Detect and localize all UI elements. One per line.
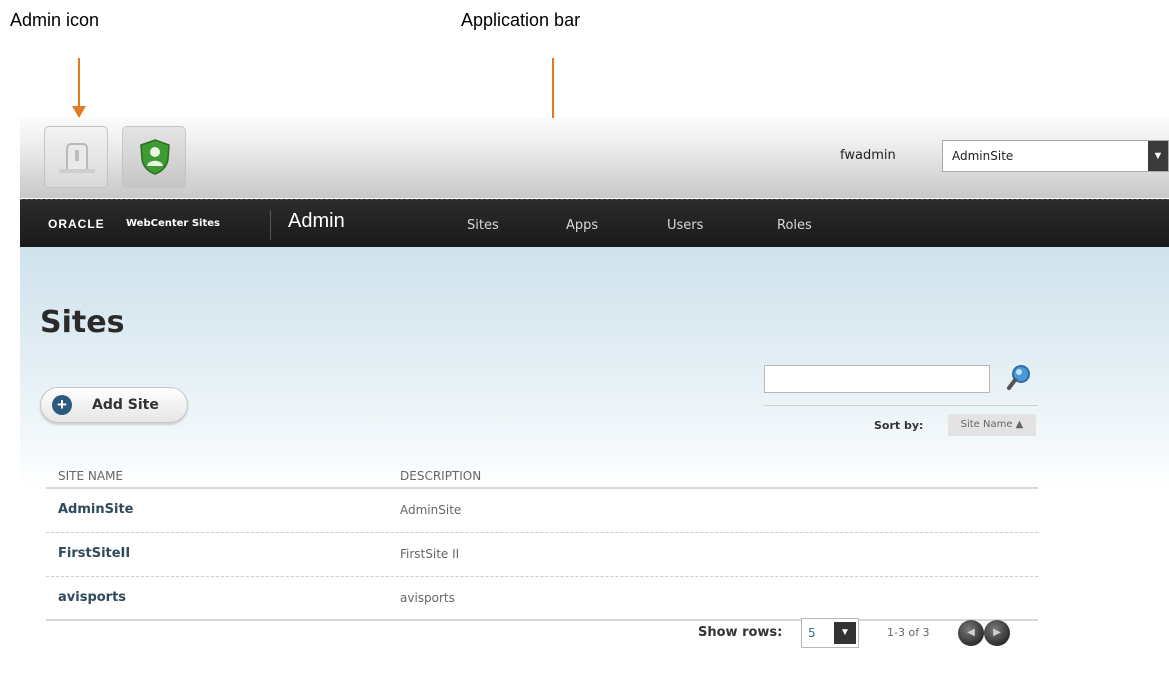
- show-rows-select[interactable]: 5 ▼: [801, 618, 859, 648]
- add-site-label: Add Site: [92, 397, 159, 413]
- show-rows-value: 5: [808, 626, 816, 640]
- search-divider: [764, 405, 1038, 406]
- table-row: AdminSite AdminSite: [46, 489, 1038, 533]
- site-selector-value: AdminSite: [952, 149, 1014, 163]
- column-header-site-name[interactable]: SITE NAME: [58, 469, 123, 483]
- table-row: FirstSiteII FirstSite II: [46, 533, 1038, 577]
- site-description: avisports: [400, 591, 455, 605]
- shield-user-icon: [140, 139, 170, 175]
- sort-label: Sort by:: [874, 419, 924, 432]
- next-page-button[interactable]: ▶: [984, 620, 1010, 646]
- plus-icon: +: [52, 395, 72, 415]
- site-name-link[interactable]: FirstSiteII: [58, 546, 130, 561]
- contributor-app-icon[interactable]: [122, 126, 186, 188]
- oracle-logo: ORACLE: [48, 217, 105, 231]
- admin-icon-arrow: [72, 58, 86, 118]
- nav-item-roles[interactable]: Roles: [777, 218, 812, 233]
- sort-by-site-name-button[interactable]: Site Name ▲: [948, 414, 1036, 436]
- nav-divider: [270, 210, 271, 240]
- nav-item-users[interactable]: Users: [667, 218, 703, 233]
- page-title: Sites: [40, 305, 125, 340]
- site-name-link[interactable]: AdminSite: [58, 502, 133, 517]
- chevron-down-icon[interactable]: ▼: [834, 622, 856, 644]
- admin-icon-annotation: Admin icon: [10, 10, 100, 30]
- main-content: Sites + Add Site Sort by: Site Name ▲ SI…: [20, 247, 1169, 675]
- application-bar: fwadmin AdminSite ▼: [20, 118, 1169, 198]
- column-header-description: DESCRIPTION: [400, 469, 482, 483]
- add-site-button[interactable]: + Add Site: [40, 387, 188, 423]
- username: fwadmin: [840, 148, 896, 163]
- show-rows-label: Show rows:: [698, 625, 783, 640]
- chevron-down-icon[interactable]: ▼: [1148, 141, 1168, 171]
- search-input[interactable]: [764, 365, 990, 393]
- site-name-link[interactable]: avisports: [58, 590, 126, 605]
- previous-page-button[interactable]: ◀: [958, 620, 984, 646]
- application-bar-annotation: Application bar: [461, 10, 581, 30]
- pagination-range: 1-3 of 3: [887, 626, 930, 639]
- site-selector[interactable]: AdminSite ▼: [942, 140, 1169, 172]
- table-row: avisports avisports: [46, 577, 1038, 621]
- product-name: WebCenter Sites: [126, 218, 220, 229]
- search-icon[interactable]: [1006, 363, 1032, 391]
- site-description: AdminSite: [400, 503, 462, 517]
- nav-item-sites[interactable]: Sites: [467, 218, 499, 233]
- admin-app-icon[interactable]: [44, 126, 108, 188]
- navigation-bar: ORACLE WebCenter Sites Admin Sites Apps …: [20, 199, 1169, 247]
- site-description: FirstSite II: [400, 547, 460, 561]
- admin-icon: [59, 143, 95, 173]
- nav-item-apps[interactable]: Apps: [566, 218, 598, 233]
- nav-app-title: Admin: [288, 210, 345, 232]
